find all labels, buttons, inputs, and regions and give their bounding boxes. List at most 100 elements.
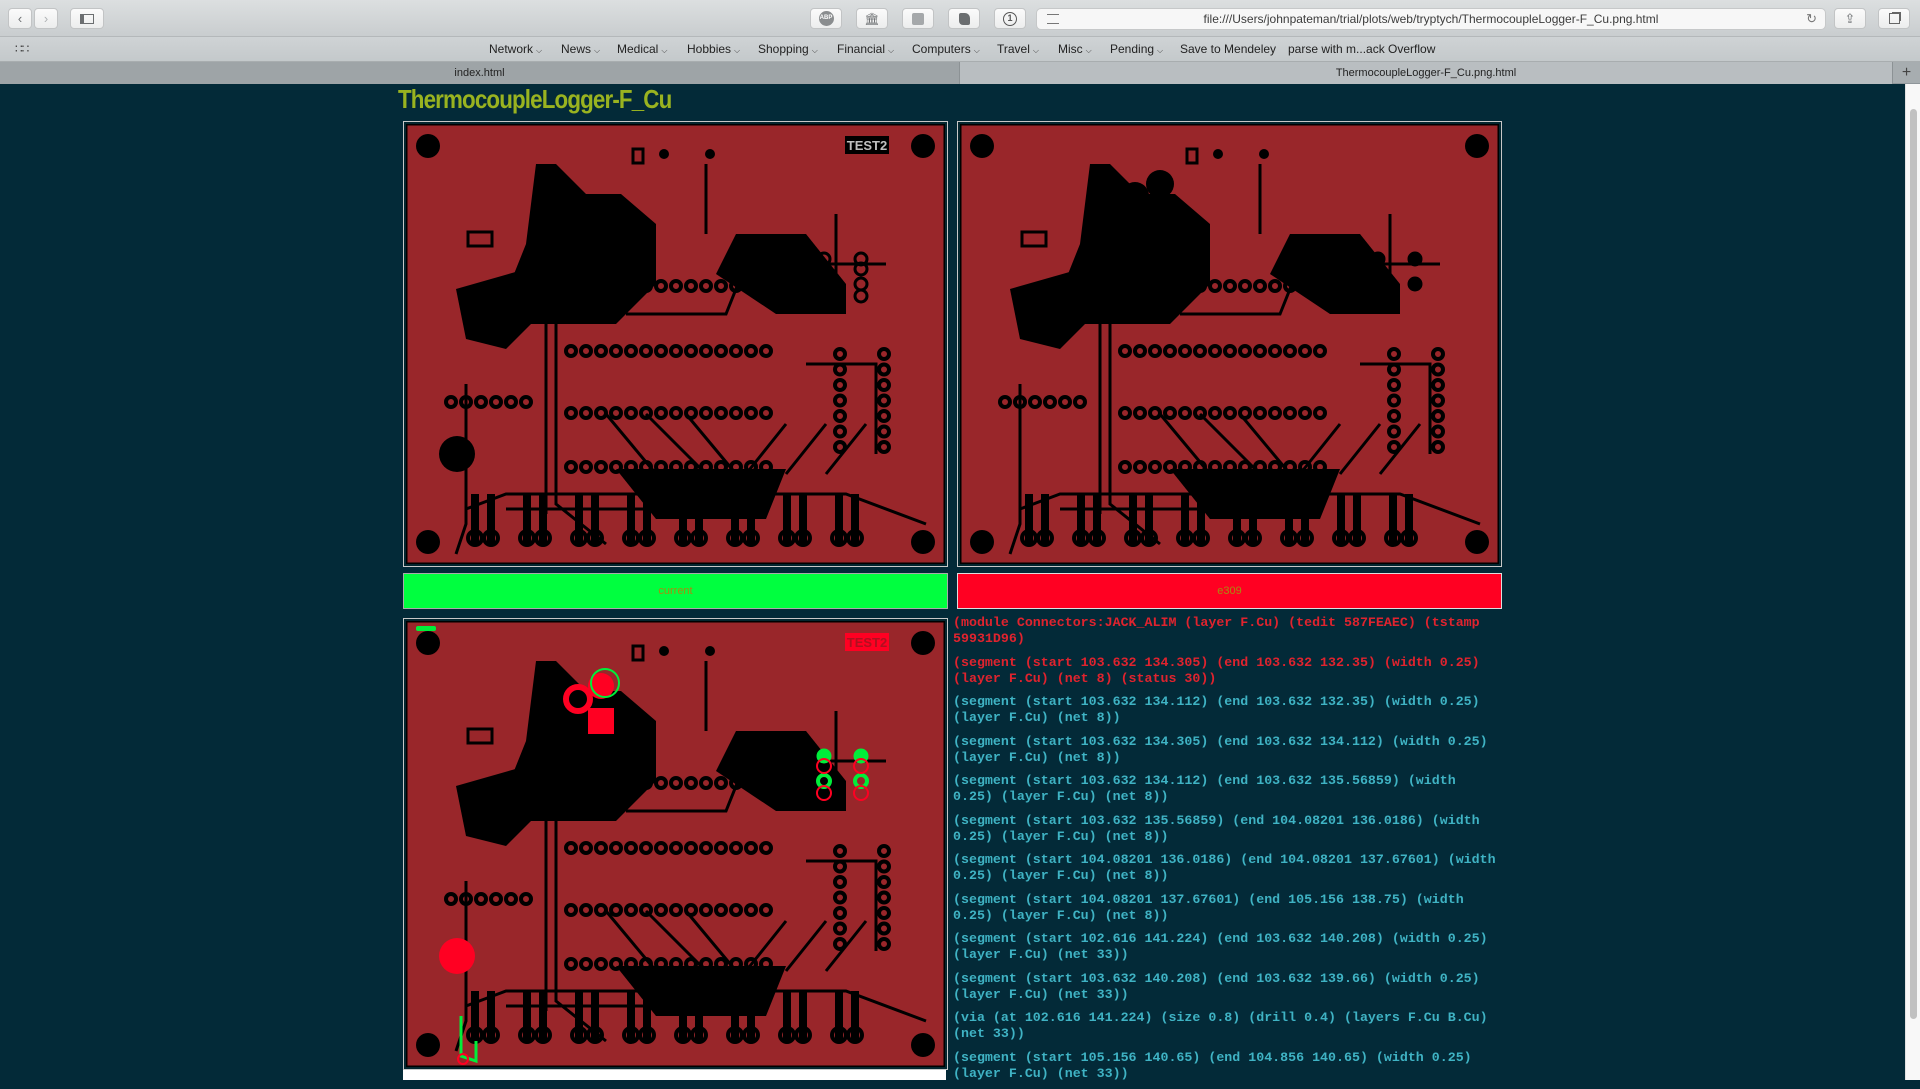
pcb-image-e309 — [960, 124, 1499, 564]
chevron-down-icon: ⌵ — [536, 46, 543, 55]
component-footprint — [851, 991, 859, 1041]
removed-hole — [439, 938, 475, 974]
via — [659, 149, 669, 159]
component-footprint — [1129, 494, 1137, 544]
bookmark-parse-stack-overflow[interactable]: parse with m...ack Overflow — [1288, 42, 1435, 56]
reload-icon[interactable]: ↻ — [1806, 11, 1817, 27]
component-footprint — [679, 991, 687, 1041]
bookmark-travel[interactable]: Travel ⌵ — [997, 42, 1039, 56]
bookmark-save-to-mendeley[interactable]: Save to Mendeley — [1180, 42, 1276, 56]
component-footprint — [643, 494, 651, 544]
component-footprint — [487, 494, 495, 544]
extension-button[interactable] — [902, 8, 934, 29]
via — [705, 646, 715, 656]
bookmark-pending[interactable]: Pending ⌵ — [1110, 42, 1163, 56]
jack-pad — [1148, 209, 1174, 235]
component-footprint — [731, 494, 739, 544]
pcb-panel-diff: TEST2 — [403, 618, 948, 1070]
component-footprint — [523, 991, 531, 1041]
component-footprint — [1077, 494, 1085, 544]
mounting-hole — [911, 134, 935, 158]
diff-line: (segment (start 103.632 140.208) (end 10… — [953, 970, 1480, 1002]
mounting-hole — [911, 530, 935, 554]
mounting-hole — [970, 530, 994, 554]
mounting-hole — [416, 631, 440, 655]
mounting-hole — [416, 530, 440, 554]
diff-line: (segment (start 103.632 134.305) (end 10… — [953, 733, 1488, 765]
component-footprint — [1233, 494, 1241, 544]
mounting-hole — [911, 631, 935, 655]
component-footprint — [471, 991, 479, 1041]
component-footprint — [539, 494, 547, 544]
chevron-down-icon: ⌵ — [888, 46, 895, 55]
jack-pad-removed — [588, 708, 614, 734]
library-icon: 🏛︎ — [864, 11, 880, 26]
component-footprint — [1093, 494, 1101, 544]
tabs-overview-button[interactable] — [1878, 8, 1910, 29]
component-footprint — [799, 494, 807, 544]
sidebar-button[interactable] — [70, 8, 104, 29]
tab-bar: index.html ThermocoupleLogger-F_Cu.png.h… — [0, 62, 1920, 84]
board-label: TEST2 — [847, 138, 887, 153]
diff-listing: (module Connectors:JACK_ALIM (layer F.Cu… — [953, 615, 1503, 1089]
via — [705, 149, 715, 159]
bookmark-computers[interactable]: Computers ⌵ — [912, 42, 980, 56]
adblock-button[interactable]: ABP — [810, 8, 842, 29]
component-footprint — [643, 991, 651, 1041]
connector-pad — [1370, 276, 1386, 292]
bookmark-news[interactable]: News ⌵ — [561, 42, 600, 56]
component-footprint — [1181, 494, 1189, 544]
component-footprint — [1353, 494, 1361, 544]
reader-icon[interactable] — [1047, 14, 1059, 24]
share-button[interactable]: ⇪ — [1834, 8, 1866, 29]
forward-button[interactable]: › — [34, 8, 58, 29]
onepassword-icon: 1 — [1003, 11, 1017, 26]
component-footprint — [835, 494, 843, 544]
mounting-hole — [439, 436, 475, 472]
component-footprint — [747, 991, 755, 1041]
bookmark-shopping[interactable]: Shopping ⌵ — [758, 42, 818, 56]
new-tab-button[interactable]: + — [1892, 62, 1920, 84]
bookmark-financial[interactable]: Financial ⌵ — [837, 42, 894, 56]
via — [1213, 149, 1223, 159]
via — [1259, 149, 1269, 159]
chevron-down-icon: ⌵ — [973, 46, 980, 55]
mounting-hole — [911, 1033, 935, 1057]
back-icon: ‹ — [17, 11, 23, 26]
diff-line: (segment (start 103.632 134.112) (end 10… — [953, 694, 1480, 725]
bookmark-hobbies[interactable]: Hobbies ⌵ — [687, 42, 740, 56]
diff-line: (segment (start 104.08201 136.0186) (end… — [953, 852, 1496, 883]
chevron-down-icon: ⌵ — [1085, 46, 1092, 55]
url-text: file:///Users/johnpateman/trial/plots/we… — [1203, 12, 1659, 26]
bookmark-medical[interactable]: Medical ⌵ — [617, 42, 667, 56]
diff-line: (segment (start 104.08201 137.67601) (en… — [953, 891, 1464, 923]
chevron-down-icon: ⌵ — [1032, 46, 1039, 55]
back-button[interactable]: ‹ — [8, 8, 32, 29]
chevron-down-icon: ⌵ — [661, 46, 668, 55]
scrollbar-thumb[interactable] — [1910, 109, 1917, 1019]
top-sites-icon[interactable]: ∷∷ — [15, 42, 29, 56]
page-scrollbar[interactable] — [1905, 84, 1920, 1080]
bookmark-network[interactable]: Network ⌵ — [489, 42, 542, 56]
component-footprint — [851, 494, 859, 544]
diff-line: (segment (start 102.616 141.224) (end 10… — [953, 931, 1488, 962]
component-footprint — [1145, 494, 1153, 544]
evernote-button[interactable] — [948, 8, 980, 29]
component-footprint — [1389, 494, 1397, 544]
bookmark-misc[interactable]: Misc ⌵ — [1058, 42, 1092, 56]
share-icon: ⇪ — [1844, 10, 1856, 26]
component-footprint — [1197, 494, 1205, 544]
address-bar[interactable]: file:///Users/johnpateman/trial/plots/we… — [1036, 8, 1826, 30]
tabs-overview-icon — [1888, 13, 1900, 24]
status-bar-e309: e309 — [957, 573, 1502, 609]
onepassword-button[interactable]: 1 — [994, 8, 1026, 29]
tab-index[interactable]: index.html — [0, 62, 960, 84]
status-label: e309 — [1217, 585, 1242, 597]
library-button[interactable]: 🏛︎ — [856, 8, 888, 29]
component-footprint — [1041, 494, 1049, 544]
diff-line: (segment (start 105.156 140.65) (end 104… — [953, 1049, 1472, 1081]
status-bar-current: current — [403, 573, 948, 609]
component-footprint — [1285, 494, 1293, 544]
page-content: ThermocoupleLogger-F_Cu TEST2 current e3… — [0, 84, 1905, 1081]
tab-thermocouple-logger[interactable]: ThermocoupleLogger-F_Cu.png.html — [960, 62, 1892, 84]
